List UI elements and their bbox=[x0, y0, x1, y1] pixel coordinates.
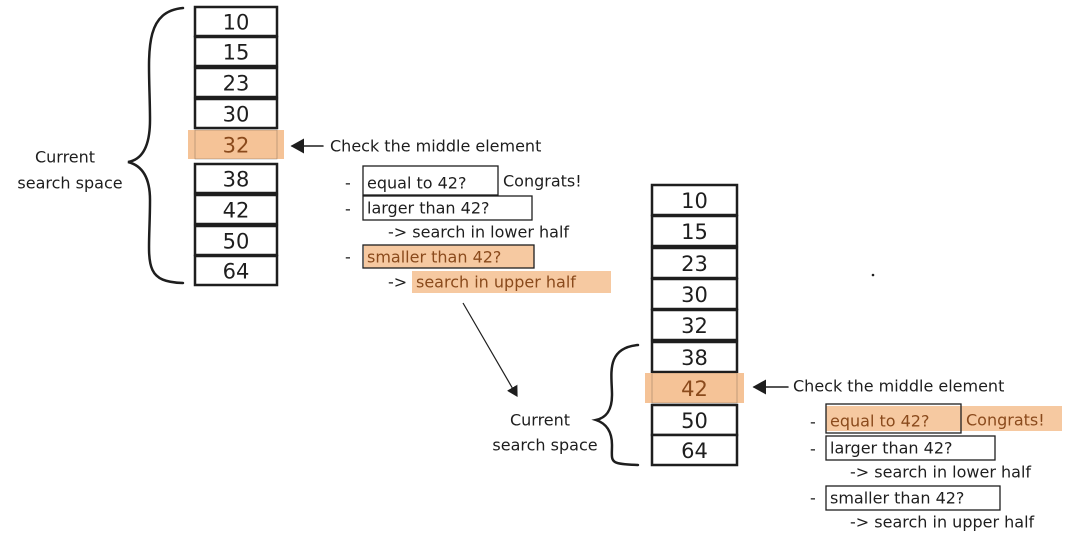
right-pointer-text: Check the middle element bbox=[793, 377, 1004, 396]
left-equal-text: equal to 42? bbox=[367, 174, 466, 193]
left-brace bbox=[127, 6, 185, 285]
array-value: 42 bbox=[223, 199, 250, 223]
left-lower-text: -> search in lower half bbox=[388, 223, 569, 242]
array-value: 30 bbox=[223, 103, 250, 127]
array-value: 32 bbox=[223, 134, 250, 158]
binary-search-diagram: 10 15 23 30 32 38 42 50 64 Current search space … bbox=[0, 0, 1080, 543]
array-value: 15 bbox=[223, 41, 250, 65]
right-array: 10 15 23 30 32 38 42 50 64 bbox=[645, 183, 744, 467]
array-value: 50 bbox=[223, 230, 250, 254]
array-value: 64 bbox=[223, 260, 250, 284]
array-value: 23 bbox=[223, 72, 250, 96]
array-value: 38 bbox=[223, 168, 250, 192]
left-brace-label-1: Current bbox=[35, 148, 95, 167]
right-brace bbox=[591, 343, 640, 467]
left-congrats-text: Congrats! bbox=[503, 172, 582, 191]
array-value: 64 bbox=[681, 439, 708, 463]
right-congrats-text: Congrats! bbox=[966, 411, 1045, 430]
dash: - bbox=[345, 200, 351, 219]
right-smaller-text: smaller than 42? bbox=[830, 489, 964, 508]
array-value: 50 bbox=[681, 409, 708, 433]
right-larger-text: larger than 42? bbox=[830, 439, 953, 458]
array-value: 38 bbox=[681, 346, 708, 370]
array-value: 30 bbox=[681, 283, 708, 307]
left-larger-text: larger than 42? bbox=[367, 199, 490, 218]
dash: - bbox=[810, 489, 816, 508]
diagram-canvas: 101523303238425064 Current search space … bbox=[17, 5, 1062, 532]
array-value: 42 bbox=[681, 377, 708, 401]
dash: - bbox=[810, 413, 816, 432]
dash: - bbox=[810, 440, 816, 459]
left-upper-text: search in upper half bbox=[416, 273, 576, 292]
right-lower-text: -> search in lower half bbox=[850, 463, 1031, 482]
array-value: 10 bbox=[223, 11, 250, 35]
transition-arrow bbox=[462, 302, 518, 398]
left-upper-arrow-prefix: -> bbox=[388, 273, 407, 292]
left-smaller-text: smaller than 42? bbox=[367, 248, 501, 267]
right-equal-text: equal to 42? bbox=[830, 412, 929, 431]
dash: - bbox=[345, 174, 351, 193]
right-upper-text: -> search in upper half bbox=[850, 513, 1035, 532]
array-value: 15 bbox=[681, 220, 708, 244]
left-pointer-text: Check the middle element bbox=[330, 137, 541, 156]
right-brace-label-2: search space bbox=[492, 436, 597, 455]
array-value: 23 bbox=[681, 252, 708, 276]
left-array: 10 15 23 30 32 38 42 50 64 bbox=[188, 5, 284, 287]
array-value: 10 bbox=[681, 189, 708, 213]
stray-dot bbox=[871, 273, 875, 277]
right-brace-label-1: Current bbox=[510, 411, 570, 430]
dash: - bbox=[345, 248, 351, 267]
left-brace-label-2: search space bbox=[17, 174, 122, 193]
array-value: 32 bbox=[681, 314, 708, 338]
